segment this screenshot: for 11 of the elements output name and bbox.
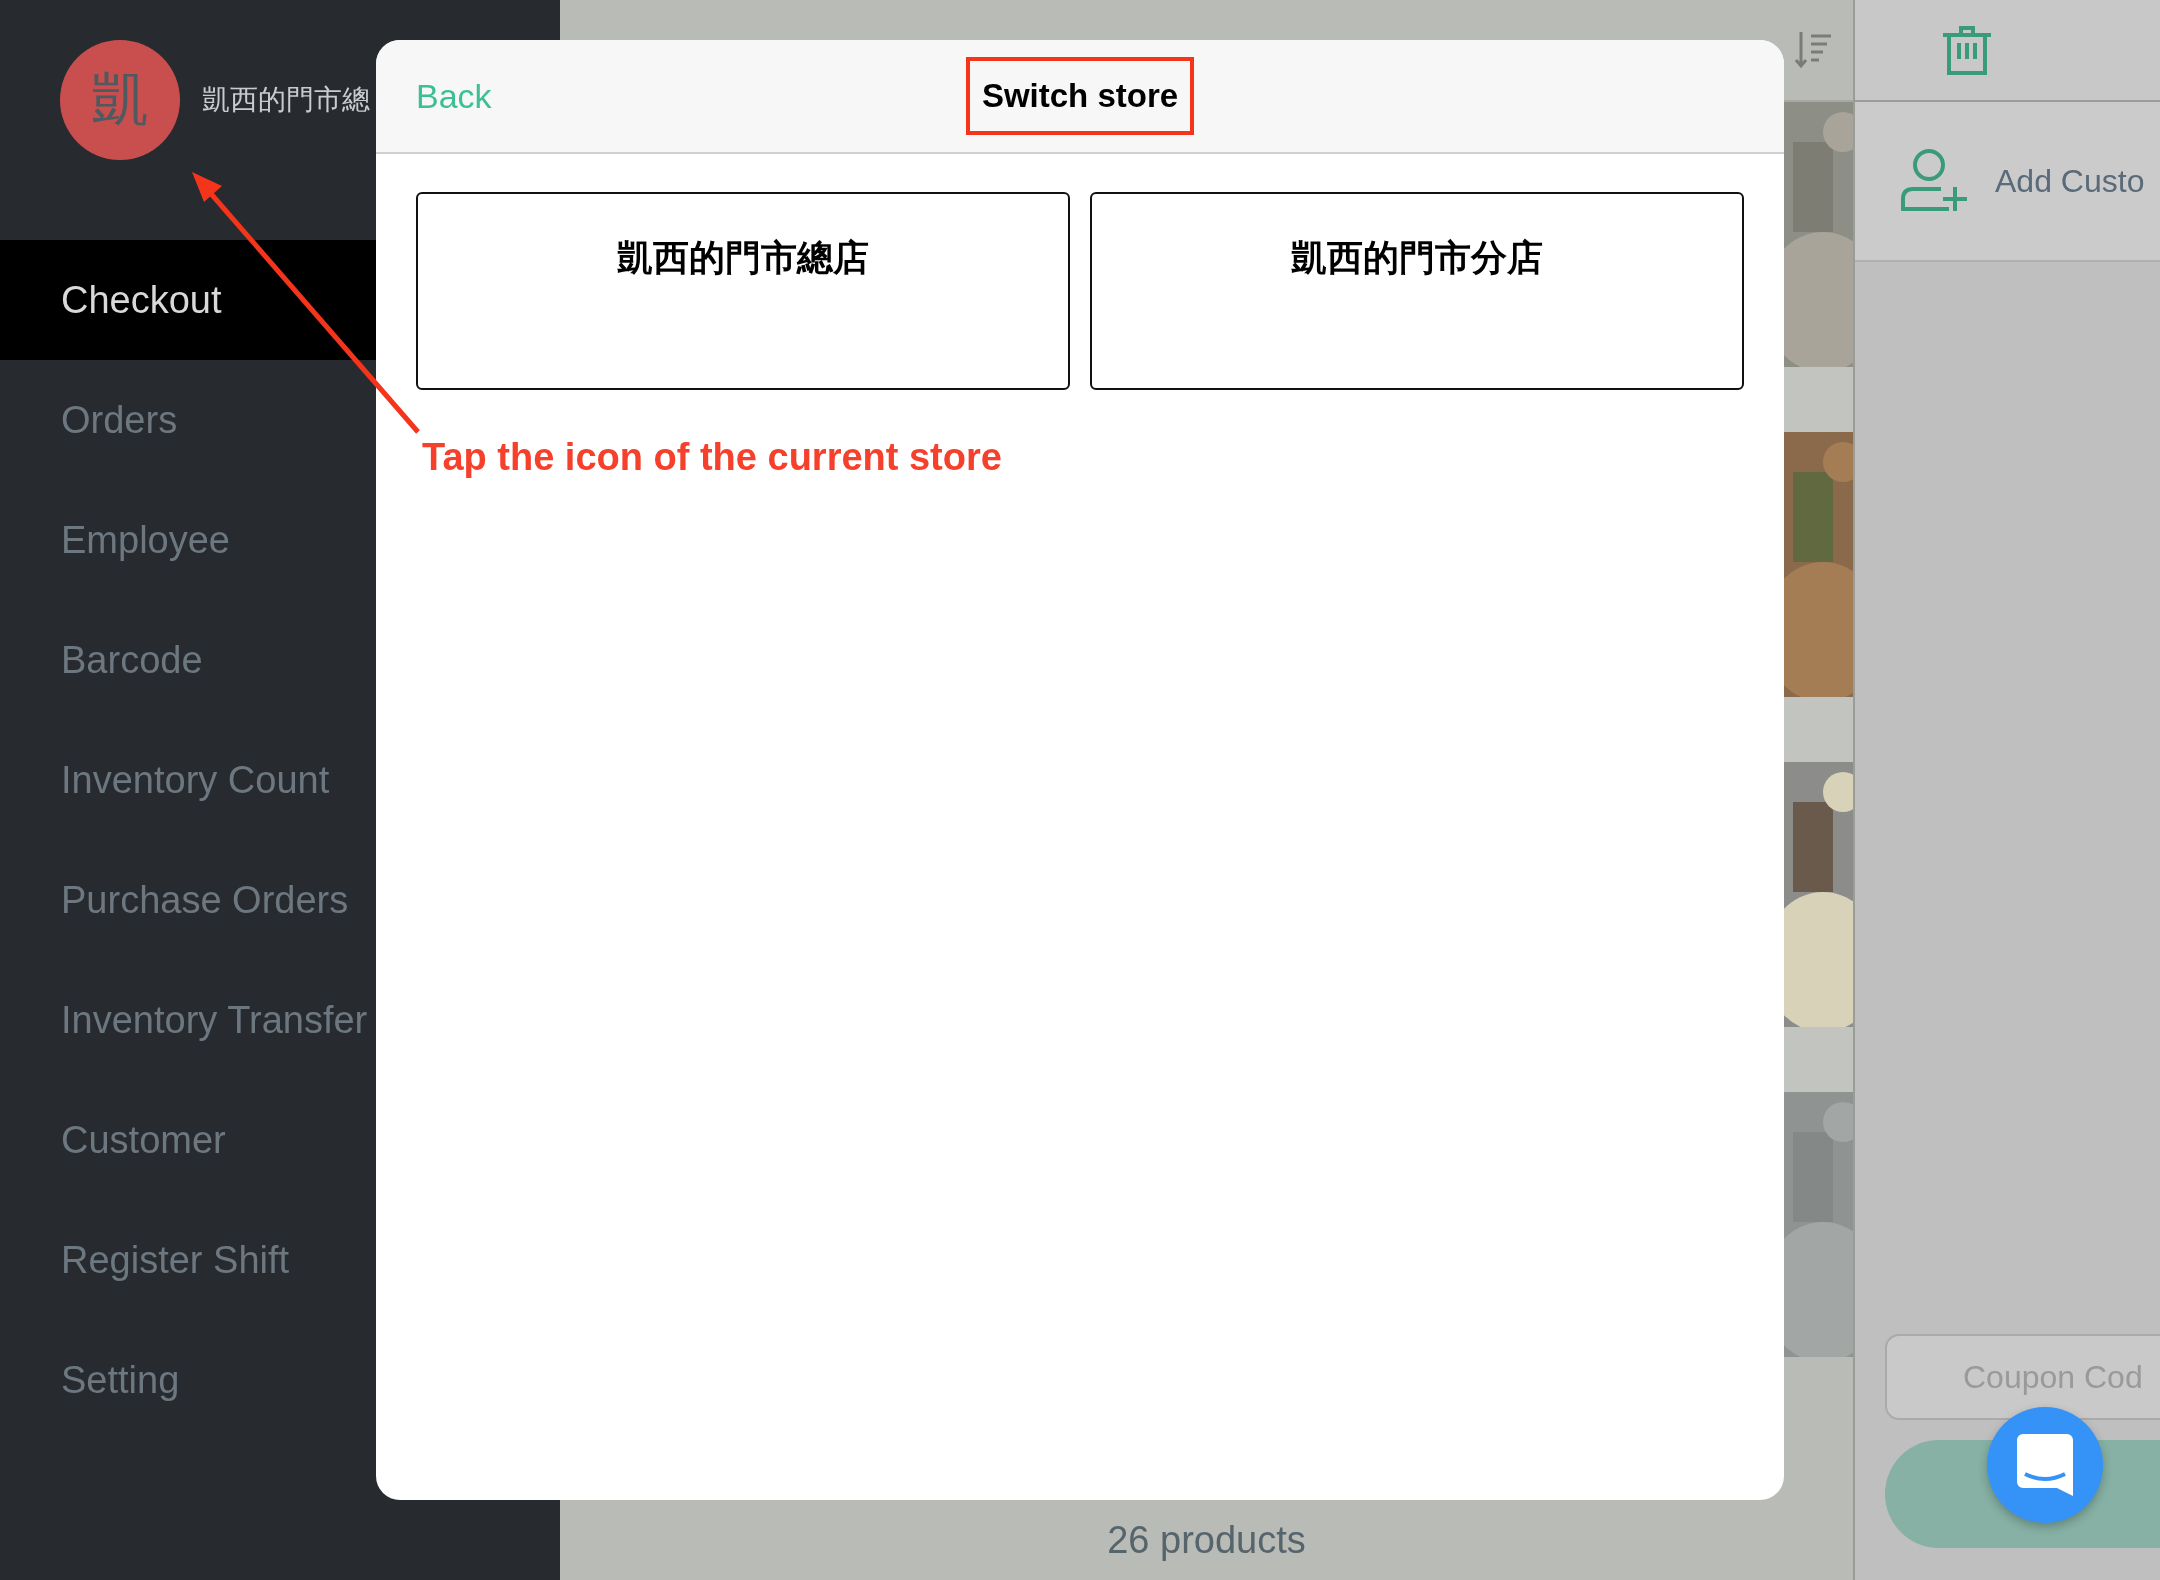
add-person-icon bbox=[1901, 149, 1967, 213]
store-card[interactable]: 凱西的門市總店 bbox=[416, 192, 1070, 390]
store-avatar[interactable]: 凱 bbox=[60, 40, 180, 160]
store-card[interactable]: 凱西的門市分店 bbox=[1090, 192, 1744, 390]
store-name: 凱西的門市總 bbox=[202, 82, 370, 118]
dialog-title: Switch store bbox=[965, 57, 1195, 135]
annotation-text: Tap the icon of the current store bbox=[422, 436, 1003, 479]
product-count: 26 products bbox=[1107, 1518, 1306, 1562]
chat-icon bbox=[2017, 1434, 2073, 1496]
back-button[interactable]: Back bbox=[416, 76, 492, 116]
trash-icon[interactable] bbox=[1943, 25, 1991, 75]
